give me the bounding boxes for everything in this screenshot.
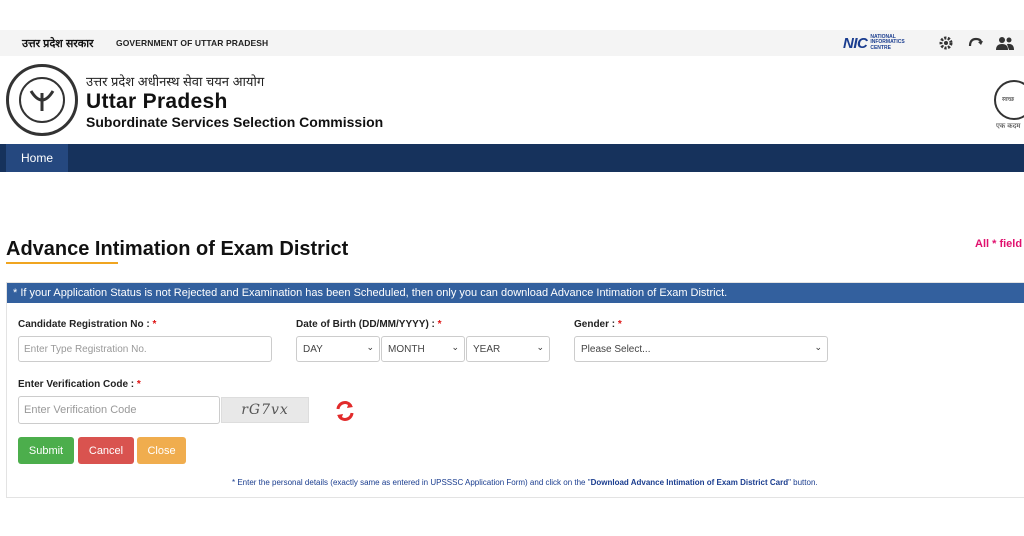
- gender-select[interactable]: Please Select... ⌄: [574, 336, 828, 362]
- swachh-caption: एक कदम: [996, 123, 1021, 130]
- dob-year-value: YEAR: [473, 343, 501, 355]
- gear-icon[interactable]: [936, 34, 956, 52]
- instruction-footnote: * Enter the personal details (exactly sa…: [232, 478, 818, 487]
- chevron-down-icon: ⌄: [451, 342, 459, 352]
- dob-day-value: DAY: [303, 343, 323, 355]
- dob-month-select[interactable]: MONTH ⌄: [381, 336, 465, 362]
- gov-label: GOVERNMENT OF UTTAR PRADESH: [116, 38, 269, 48]
- header-title: Uttar Pradesh: [86, 90, 228, 113]
- registration-input[interactable]: Enter Type Registration No.: [18, 336, 272, 362]
- title-underline: [6, 262, 118, 264]
- refresh-captcha-icon[interactable]: [333, 399, 357, 423]
- nic-logo-text: NIC: [843, 34, 868, 52]
- nav-home[interactable]: Home: [6, 144, 68, 172]
- verification-input[interactable]: Enter Verification Code: [18, 396, 220, 424]
- dob-month-value: MONTH: [388, 343, 425, 355]
- up-emblem-logo: [6, 64, 78, 136]
- cancel-button[interactable]: Cancel: [78, 437, 134, 464]
- nic-logo[interactable]: NIC NATIONAL INFORMATICS CENTRE: [843, 33, 905, 53]
- dob-label: Date of Birth (DD/MM/YYYY) : *: [296, 319, 442, 330]
- top-bar: उत्तर प्रदेश सरकार GOVERNMENT OF UTTAR P…: [0, 30, 1024, 56]
- nic-logo-caption: NATIONAL INFORMATICS CENTRE: [870, 33, 905, 51]
- chevron-down-icon: ⌄: [814, 342, 822, 352]
- gender-value: Please Select...: [581, 343, 651, 355]
- chevron-down-icon: ⌄: [366, 342, 374, 352]
- header-subtitle: Subordinate Services Selection Commissio…: [86, 114, 384, 130]
- page-title: Advance Intimation of Exam District: [6, 238, 349, 260]
- verification-label: Enter Verification Code : *: [18, 379, 141, 390]
- registration-label: Candidate Registration No : *: [18, 319, 157, 330]
- notice-bar: * If your Application Status is not Reje…: [7, 283, 1024, 303]
- hindi-gov-label: उत्तर प्रदेश सरकार: [22, 38, 94, 50]
- site-header: उत्तर प्रदेश अधीनस्थ सेवा चयन आयोग Uttar…: [0, 58, 1024, 144]
- required-fields-note: All * field: [975, 238, 1023, 250]
- header-hindi-title: उत्तर प्रदेश अधीनस्थ सेवा चयन आयोग: [86, 74, 265, 89]
- close-button[interactable]: Close: [137, 437, 186, 464]
- accessibility-icon[interactable]: [966, 34, 986, 52]
- form-panel: * If your Application Status is not Reje…: [6, 282, 1024, 498]
- chevron-down-icon: ⌄: [536, 342, 544, 352]
- users-icon[interactable]: [996, 34, 1016, 52]
- dob-year-select[interactable]: YEAR ⌄: [466, 336, 550, 362]
- dob-day-select[interactable]: DAY ⌄: [296, 336, 380, 362]
- submit-button[interactable]: Submit: [18, 437, 74, 464]
- captcha-image: rG7vx: [221, 397, 309, 423]
- main-nav: Home: [0, 144, 1024, 172]
- gender-label: Gender : *: [574, 319, 622, 330]
- swachh-bharat-logo: स्वच्छ: [994, 80, 1024, 120]
